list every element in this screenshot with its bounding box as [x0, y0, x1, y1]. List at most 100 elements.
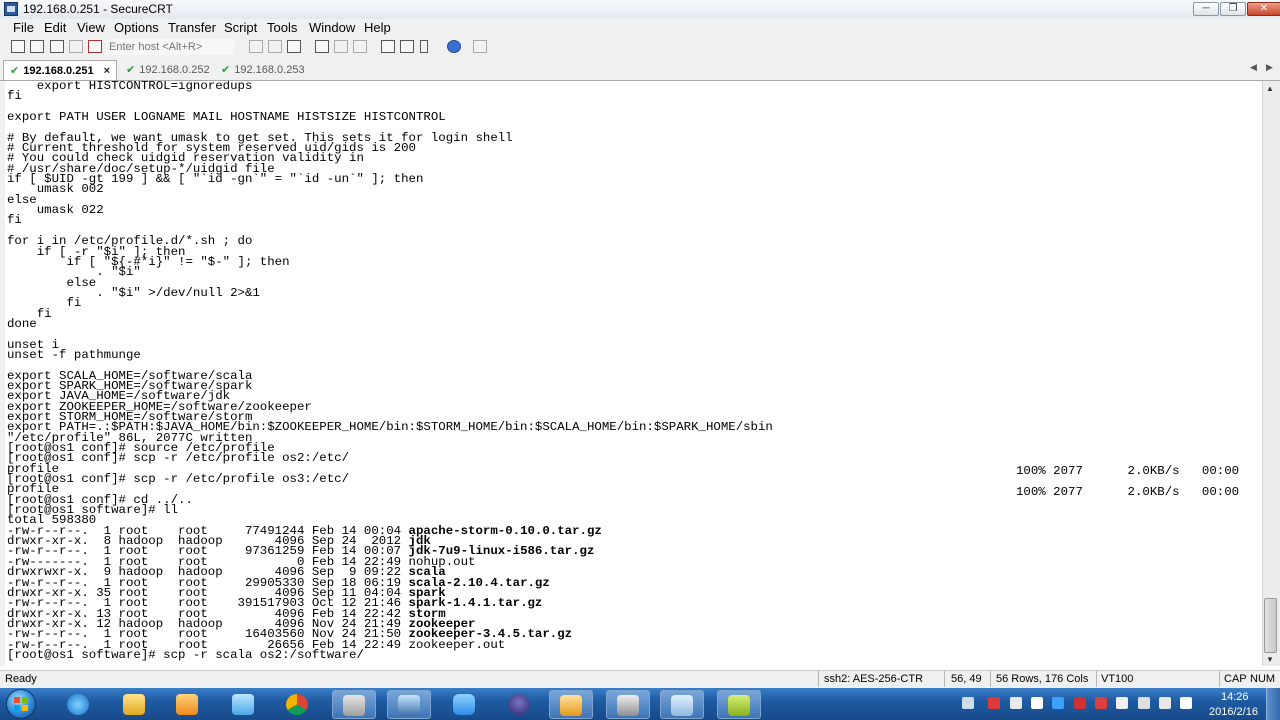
menu-view[interactable]: View: [77, 20, 105, 35]
copy-icon[interactable]: [249, 40, 263, 53]
tab-label: 192.168.0.253: [234, 64, 305, 76]
listing-file-name: zookeeper.out: [408, 637, 506, 652]
scroll-down-icon[interactable]: ▼: [1266, 655, 1274, 664]
paste-icon[interactable]: [268, 40, 282, 53]
eclipse-icon: [508, 694, 530, 715]
menu-window[interactable]: Window: [309, 20, 355, 35]
connect-in-tab-icon[interactable]: [50, 40, 64, 53]
tab-scroll-right-icon[interactable]: ▶: [1266, 62, 1273, 73]
help-icon[interactable]: [447, 40, 461, 53]
internet-explorer-icon: [67, 694, 89, 715]
taskbar-notes-app[interactable]: [443, 690, 487, 719]
transfer-progress-1: 100% 2077 2.0KB/s 00:00: [1016, 464, 1240, 478]
status-terminal-size: 56 Rows, 176 Cols: [996, 673, 1089, 685]
menu-transfer[interactable]: Transfer: [168, 20, 216, 35]
keymap-icon[interactable]: [420, 40, 428, 53]
menu-file[interactable]: File: [13, 20, 34, 35]
window-title: 192.168.0.251 - SecureCRT: [23, 2, 173, 16]
app-window-icon: [343, 695, 365, 716]
tray-app-icon[interactable]: [1116, 697, 1128, 709]
title-bar[interactable]: [0, 0, 1280, 20]
status-cursor-position: 56, 49: [951, 673, 982, 685]
taskbar-chrome[interactable]: [276, 690, 320, 719]
reconnect-icon[interactable]: [69, 40, 83, 53]
minimize-button[interactable]: ─: [1193, 2, 1219, 16]
taskbar-app-framed-4[interactable]: [660, 690, 704, 719]
taskbar-app-framed-2[interactable]: [387, 690, 431, 719]
tab-close-icon[interactable]: ×: [104, 65, 110, 77]
show-desktop-button[interactable]: [1266, 688, 1280, 720]
taskbar-app-framed-1[interactable]: [332, 690, 376, 719]
terminal-line: done: [7, 316, 37, 331]
menu-help[interactable]: Help: [364, 20, 391, 35]
find-icon[interactable]: [287, 40, 301, 53]
tray-network-icon[interactable]: [1159, 697, 1171, 709]
tray-app-icon[interactable]: [1052, 697, 1064, 709]
terminal-output: export HISTCONTROL=ignoredups fi export …: [7, 81, 773, 662]
transfer-progress-2: 100% 2077 2.0KB/s 00:00: [1016, 485, 1240, 499]
terminal-scrollbar[interactable]: [1262, 81, 1280, 666]
terminal-line: export PATH USER LOGNAME MAIL HOSTNAME H…: [7, 110, 446, 125]
taskbar-file-explorer[interactable]: [113, 690, 157, 719]
disconnect-icon[interactable]: [88, 40, 102, 53]
chrome-icon: [286, 694, 308, 715]
windows-logo-icon: [14, 697, 28, 711]
taskbar-internet-explorer[interactable]: [57, 690, 101, 719]
tray-app-icon[interactable]: [1074, 697, 1086, 709]
tab-session-251[interactable]: ✔ 192.168.0.251 ×: [3, 60, 118, 80]
remote-desktop-icon: [398, 695, 420, 716]
menu-script[interactable]: Script: [224, 20, 257, 35]
network-icon: [232, 694, 254, 715]
session-options-icon[interactable]: [381, 40, 395, 53]
menu-edit[interactable]: Edit: [44, 20, 66, 35]
status-divider: [990, 671, 991, 687]
tray-expand-icon[interactable]: [962, 697, 974, 709]
quick-connect-input[interactable]: [106, 39, 234, 55]
maximize-button[interactable]: ❐: [1220, 2, 1246, 16]
tray-windows-icon[interactable]: [1031, 697, 1043, 709]
tray-app-icon[interactable]: [1095, 697, 1107, 709]
taskbar-media-player[interactable]: [166, 690, 210, 719]
scroll-up-icon[interactable]: ▲: [1266, 84, 1274, 93]
status-caps-lock: CAP: [1224, 673, 1247, 685]
status-divider: [1219, 671, 1220, 687]
taskbar-eclipse[interactable]: [498, 690, 542, 719]
app-window-icon: [671, 695, 693, 716]
scrollbar-thumb[interactable]: [1264, 598, 1277, 653]
status-divider: [1096, 671, 1097, 687]
print-setup-icon[interactable]: [353, 40, 367, 53]
sftp-icon[interactable]: [473, 40, 487, 53]
connected-check-icon: ✔: [221, 64, 231, 76]
securecrt-app-icon[interactable]: [4, 2, 18, 16]
menu-options[interactable]: Options: [114, 20, 159, 35]
global-options-icon[interactable]: [400, 40, 414, 53]
tray-app-icon[interactable]: [1010, 697, 1022, 709]
tab-session-252[interactable]: ✔ 192.168.0.252: [120, 60, 216, 80]
app-window-icon: [560, 695, 582, 716]
taskbar-app-framed-3[interactable]: [549, 690, 593, 719]
taskbar-app-framed-5[interactable]: [717, 690, 761, 719]
terminal-prompt: [root@os1 software]# scp -r scala os2:/s…: [7, 647, 364, 662]
tray-app-icon[interactable]: [1138, 697, 1150, 709]
clock-time[interactable]: 14:26: [1221, 691, 1249, 703]
clock-date[interactable]: 2016/2/16: [1209, 706, 1258, 718]
tray-volume-icon[interactable]: [1180, 697, 1192, 709]
m-app-icon: [728, 695, 750, 716]
tray-app-icon[interactable]: [988, 697, 1000, 709]
status-divider: [944, 671, 945, 687]
terminal-line: fi: [7, 89, 22, 104]
menu-tools[interactable]: Tools: [267, 20, 297, 35]
connected-check-icon: ✔: [126, 64, 136, 76]
close-button[interactable]: ✕: [1247, 2, 1280, 16]
print-selection-icon[interactable]: [334, 40, 348, 53]
tab-session-253[interactable]: ✔ 192.168.0.253: [215, 60, 311, 80]
taskbar-securecrt[interactable]: [606, 690, 650, 719]
quick-connect-icon[interactable]: [30, 40, 44, 53]
terminal-view[interactable]: export HISTCONTROL=ignoredups fi export …: [5, 81, 1262, 666]
status-cipher: ssh2: AES-256-CTR: [824, 673, 924, 685]
print-icon[interactable]: [315, 40, 329, 53]
folder-icon: [123, 694, 145, 715]
tab-scroll-left-icon[interactable]: ◀: [1250, 62, 1257, 73]
connect-icon[interactable]: [11, 40, 25, 53]
taskbar-network-app[interactable]: [222, 690, 266, 719]
